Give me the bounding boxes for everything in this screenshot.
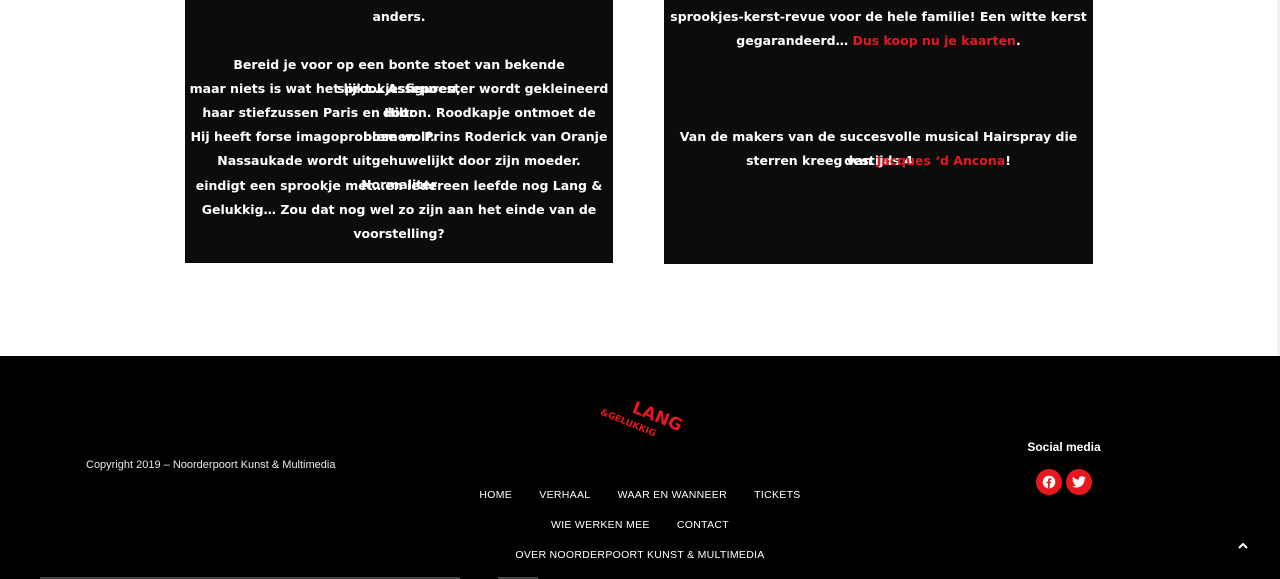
facebook-icon[interactable] xyxy=(1036,469,1062,495)
story-card-right: sprookjes-kerst-revue voor de hele famil… xyxy=(664,0,1093,264)
site-footer: Copyright 2019 – Noorderpoort Kunst & Mu… xyxy=(0,356,1280,579)
card-text-line: sterren kreeg van Jacques ‘d Ancona! xyxy=(664,149,1093,173)
jacques-dancona-link[interactable]: Jacques ‘d Ancona xyxy=(877,153,1006,168)
card-text: . xyxy=(1015,33,1021,48)
logo-graphic: LANG &GELUKKIG xyxy=(599,398,685,439)
card-text-line: eindigt een sprookje met…en iedereen lee… xyxy=(195,178,603,193)
card-text-line: gegarandeerd… Dus koop nu je kaarten. xyxy=(664,29,1093,53)
twitter-glyph xyxy=(1072,476,1086,488)
footer-nav-row: WIE WERKEN MEE CONTACT xyxy=(0,519,1280,531)
chevron-up-icon xyxy=(1238,542,1248,549)
facebook-glyph xyxy=(1042,475,1056,489)
card-text-line: Gelukkig… Zou dat nog wel zo zijn aan he… xyxy=(201,202,597,217)
card-text-line: anders. xyxy=(372,9,426,24)
card-text-line: voorstelling? xyxy=(353,226,445,241)
copyright-text: Copyright 2019 – Noorderpoort Kunst & Mu… xyxy=(86,459,336,471)
card-text: sterren kreeg van xyxy=(746,153,877,168)
footer-nav-row: OVER NOORDERPOORT KUNST & MULTIMEDIA xyxy=(0,549,1280,561)
card-text: ! xyxy=(1005,153,1011,168)
scroll-to-top-button[interactable] xyxy=(1234,536,1252,554)
buy-tickets-link[interactable]: Dus koop nu je kaarten xyxy=(852,33,1015,48)
social-media-title: Social media xyxy=(1027,440,1101,454)
lang-gelukkig-logo[interactable]: LANG &GELUKKIG xyxy=(592,394,688,450)
twitter-icon[interactable] xyxy=(1066,469,1092,495)
nav-contact[interactable]: CONTACT xyxy=(677,519,729,531)
story-card-left: anders. Bereid je voor op een bonte stoe… xyxy=(185,0,613,263)
nav-tickets[interactable]: TICKETS xyxy=(754,489,800,501)
card-text: gegarandeerd… xyxy=(736,33,853,48)
nav-waar-en-wanneer[interactable]: WAAR EN WANNEER xyxy=(618,489,727,501)
nav-verhaal[interactable]: VERHAAL xyxy=(539,489,590,501)
nav-home[interactable]: HOME xyxy=(479,489,512,501)
nav-over-noorderpoort[interactable]: OVER NOORDERPOORT KUNST & MULTIMEDIA xyxy=(515,549,764,561)
nav-wie-werken-mee[interactable]: WIE WERKEN MEE xyxy=(551,519,650,531)
card-text-line: Hij heeft forse imagoproblemen. Prins Ro… xyxy=(190,129,608,144)
card-text-line: sprookjes-kerst-revue voor de hele famil… xyxy=(670,9,1087,24)
